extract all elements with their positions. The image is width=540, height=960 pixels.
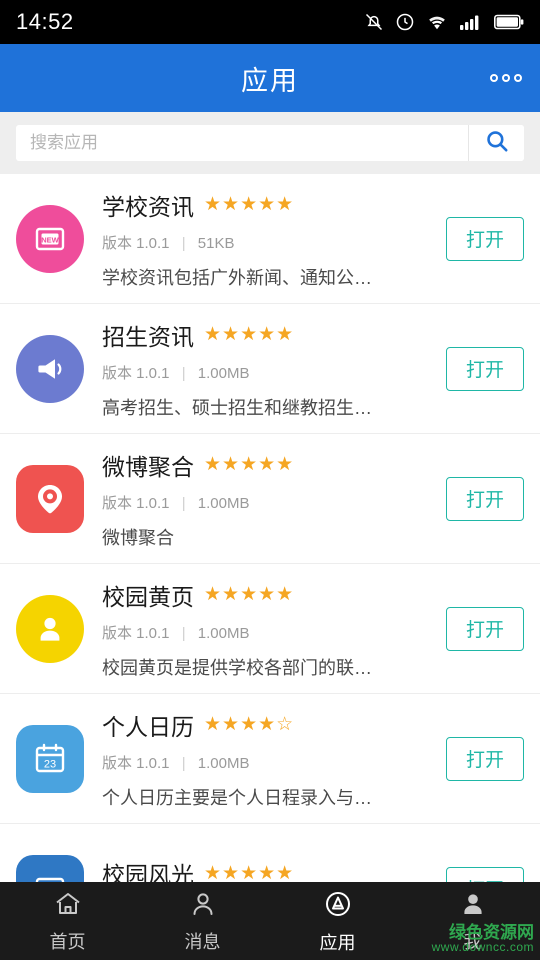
app-version: 版本 1.0.1 [102, 364, 170, 382]
app-name: 校园黄页 [102, 583, 194, 610]
dot-icon [490, 74, 498, 82]
search-input[interactable] [16, 125, 468, 161]
tab-label: 首页 [49, 931, 86, 952]
bottom-navigation: 首页 消息 应用 我 绿色资源网 www.downcc.com [0, 882, 540, 960]
search-area [0, 112, 540, 174]
rating-stars: ★★★★★ [204, 584, 295, 605]
search-icon [484, 128, 510, 159]
open-button[interactable]: 打开 [446, 866, 524, 882]
app-size: 1.00MB [197, 364, 250, 382]
list-item-content: 个人日历 ★★★★☆ 版本 1.0.1 | 1.00MB 个人日历主要是个人日程… [102, 708, 434, 810]
list-item-content: 校园黄页 ★★★★★ 版本 1.0.1 | 1.00MB 校园黄页是提供学校各部… [102, 578, 434, 680]
app-size: 51KB [197, 234, 235, 252]
rating-stars: ★★★★★ [204, 862, 295, 883]
more-options-button[interactable] [490, 74, 522, 82]
app-name: 微博聚合 [102, 453, 194, 480]
list-item-content: 校园风光 ★★★★★ 版本 1.0.1 | 1.00MB [102, 856, 434, 882]
status-bar: 14:52 [0, 0, 540, 44]
app-name: 招生资讯 [102, 323, 194, 350]
rating-stars: ★★★★★ [204, 194, 295, 215]
status-icon-group [364, 12, 524, 32]
rating-stars: ★★★★☆ [204, 714, 295, 735]
list-item-content: 学校资讯 ★★★★★ 版本 1.0.1 | 51KB 学校资讯包括广外新闻、通知… [102, 188, 434, 290]
apps-circle-icon [322, 888, 354, 925]
list-item[interactable]: 招生资讯 ★★★★★ 版本 1.0.1 | 1.00MB 高考招生、硕士招生和继… [0, 304, 540, 434]
app-meta: 版本 1.0.1 | 1.00MB [102, 752, 434, 773]
phone-screen: 14:52 应用 搜索应用 NEW 学校资讯 ★★★★★ 版本 1.0.1 | … [0, 0, 540, 960]
contact-person-icon [16, 594, 84, 663]
search-bar[interactable] [16, 125, 524, 161]
user-icon [458, 889, 488, 924]
app-version: 版本 1.0.1 [102, 624, 170, 642]
app-bar: 应用 [0, 44, 540, 112]
list-item[interactable]: 23 个人日历 ★★★★☆ 版本 1.0.1 | 1.00MB 个人日历主要是个… [0, 694, 540, 824]
calendar-23-icon: 23 [16, 724, 84, 793]
battery-icon [494, 14, 524, 30]
list-item-content: 微博聚合 ★★★★★ 版本 1.0.1 | 1.00MB 微博聚合 [102, 448, 434, 550]
photo-icon [16, 854, 84, 882]
megaphone-icon [16, 334, 84, 403]
dot-icon [502, 74, 510, 82]
tab-label: 我 [463, 931, 482, 952]
tab-label: 应用 [319, 932, 356, 953]
alarm-muted-icon [364, 12, 384, 32]
svg-text:NEW: NEW [41, 235, 59, 244]
open-button[interactable]: 打开 [446, 476, 524, 521]
rating-stars: ★★★★★ [204, 454, 295, 475]
meta-separator: | [181, 494, 186, 512]
app-description: 学校资讯包括广外新闻、通知公… [102, 267, 372, 288]
tab-profile[interactable]: 我 [405, 882, 540, 960]
meta-separator: | [181, 234, 186, 252]
list-item[interactable]: 校园风光 ★★★★★ 版本 1.0.1 | 1.00MB 打开 [0, 824, 540, 882]
tab-apps[interactable]: 应用 [270, 882, 405, 960]
status-clock: 14:52 [16, 9, 74, 34]
open-button[interactable]: 打开 [446, 346, 524, 391]
app-meta: 版本 1.0.1 | 51KB [102, 232, 434, 253]
clock-icon [395, 12, 415, 32]
meta-separator: | [181, 624, 186, 642]
list-item-content: 招生资讯 ★★★★★ 版本 1.0.1 | 1.00MB 高考招生、硕士招生和继… [102, 318, 434, 420]
app-version: 版本 1.0.1 [102, 494, 170, 512]
list-item[interactable]: NEW 学校资讯 ★★★★★ 版本 1.0.1 | 51KB 学校资讯包括广外新… [0, 174, 540, 304]
message-person-icon [188, 889, 218, 924]
dot-icon [514, 74, 522, 82]
app-meta: 版本 1.0.1 | 1.00MB [102, 492, 434, 513]
tab-home[interactable]: 首页 [0, 882, 135, 960]
app-version: 版本 1.0.1 [102, 754, 170, 772]
home-icon [53, 889, 83, 924]
news-badge-icon: NEW [16, 204, 84, 273]
wifi-icon [426, 13, 448, 31]
rating-stars: ★★★★★ [204, 324, 295, 345]
page-title: 应用 [241, 65, 299, 96]
calendar-day-number: 23 [44, 758, 56, 770]
open-button[interactable]: 打开 [446, 216, 524, 261]
app-description: 校园黄页是提供学校各部门的联… [102, 657, 372, 678]
app-meta: 版本 1.0.1 | 1.00MB [102, 362, 434, 383]
open-button[interactable]: 打开 [446, 736, 524, 781]
list-item[interactable]: 校园黄页 ★★★★★ 版本 1.0.1 | 1.00MB 校园黄页是提供学校各部… [0, 564, 540, 694]
search-button[interactable] [468, 125, 524, 161]
app-description: 个人日历主要是个人日程录入与… [102, 787, 372, 808]
app-name: 校园风光 [102, 862, 194, 882]
app-description: 高考招生、硕士招生和继教招生… [102, 397, 372, 418]
list-item[interactable]: 微博聚合 ★★★★★ 版本 1.0.1 | 1.00MB 微博聚合 打开 [0, 434, 540, 564]
app-size: 1.00MB [197, 624, 250, 642]
app-description: 微博聚合 [102, 527, 174, 548]
weibo-eye-icon [16, 464, 84, 533]
app-size: 1.00MB [197, 494, 250, 512]
app-list[interactable]: NEW 学校资讯 ★★★★★ 版本 1.0.1 | 51KB 学校资讯包括广外新… [0, 174, 540, 882]
meta-separator: | [181, 364, 186, 382]
tab-messages[interactable]: 消息 [135, 882, 270, 960]
tab-label: 消息 [184, 931, 221, 952]
app-name: 个人日历 [102, 713, 194, 740]
meta-separator: | [181, 754, 186, 772]
app-name: 学校资讯 [102, 193, 194, 220]
open-button[interactable]: 打开 [446, 606, 524, 651]
app-size: 1.00MB [197, 754, 250, 772]
signal-icon [459, 13, 483, 31]
app-meta: 版本 1.0.1 | 1.00MB [102, 622, 434, 643]
app-version: 版本 1.0.1 [102, 234, 170, 252]
